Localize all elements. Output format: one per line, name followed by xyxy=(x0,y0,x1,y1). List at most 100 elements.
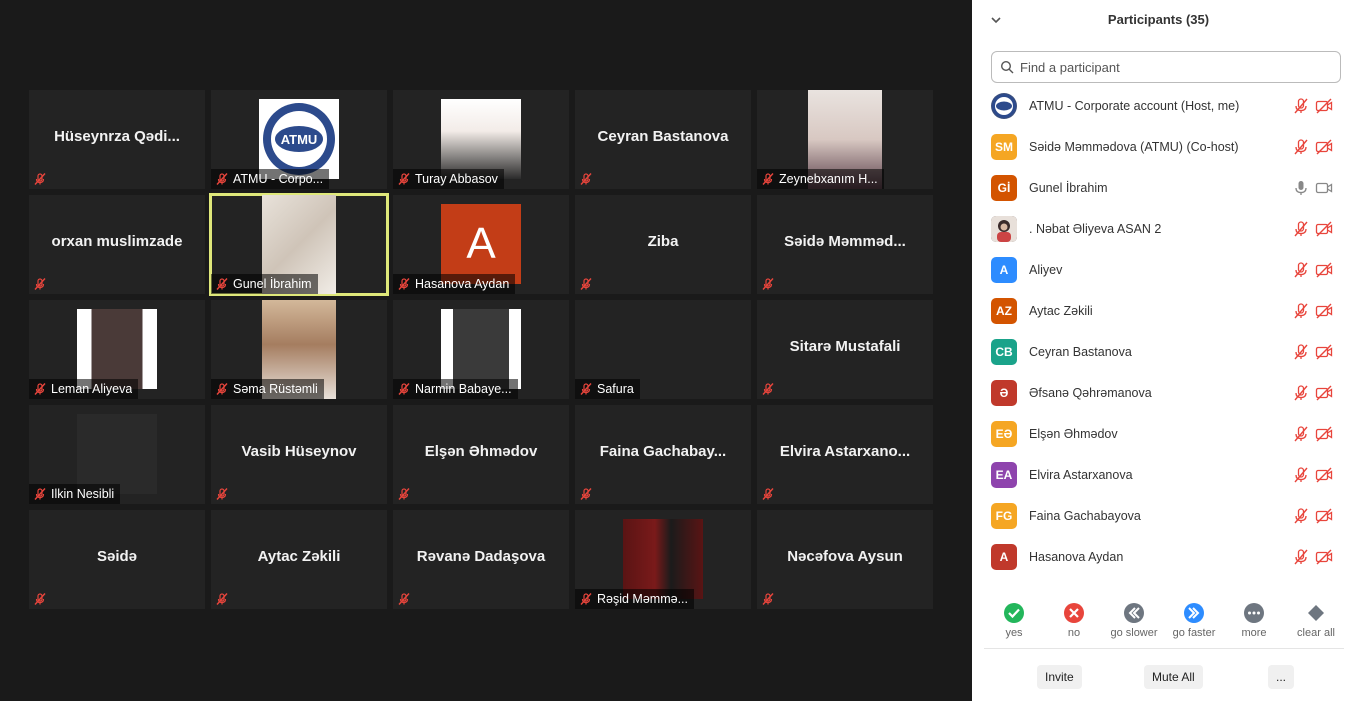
video-tile[interactable]: Rəşid Məmmə... xyxy=(575,510,751,609)
video-tile[interactable]: Turay Abbasov xyxy=(393,90,569,189)
video-tile[interactable]: Safura xyxy=(575,300,751,399)
video-tile[interactable]: Səma Rüstəmli xyxy=(211,300,387,399)
participant-row[interactable]: Ə Əfsanə Qəhrəmanova xyxy=(972,372,1345,413)
video-tile[interactable]: Hüseynrza Qədi... xyxy=(29,90,205,189)
video-tile[interactable]: Səidə Məmməd... xyxy=(757,195,933,294)
mute-all-button[interactable]: Mute All xyxy=(1144,665,1203,689)
camera-off-icon[interactable] xyxy=(1315,97,1333,115)
tile-label xyxy=(575,484,603,504)
participant-row[interactable]: A Hasanova Aydan xyxy=(972,536,1345,577)
video-tile[interactable]: Elvira Astarxano... xyxy=(757,405,933,504)
participant-name: Gunel İbrahim xyxy=(1029,180,1108,195)
video-tile[interactable]: Ziba xyxy=(575,195,751,294)
video-tile[interactable]: Leman Aliyeva xyxy=(29,300,205,399)
camera-off-icon[interactable] xyxy=(1315,466,1333,484)
participant-name: ATMU - Corporate account (Host, me) xyxy=(1029,98,1240,113)
mic-muted-icon[interactable] xyxy=(1292,425,1310,443)
video-tile[interactable]: Səidə xyxy=(29,510,205,609)
participant-row[interactable]: SM Səidə Məmmədova (ATMU) (Co-host) xyxy=(972,126,1345,167)
mic-muted-icon[interactable] xyxy=(1292,548,1310,566)
tile-label xyxy=(757,274,785,294)
video-tile[interactable]: Faina Gachabay... xyxy=(575,405,751,504)
mic-muted-icon[interactable] xyxy=(1292,220,1310,238)
reaction-clear-all[interactable]: clear all xyxy=(1286,603,1345,639)
video-tile[interactable]: Ilkin Nesibli xyxy=(29,405,205,504)
tile-label xyxy=(29,589,57,609)
participant-video xyxy=(77,414,157,494)
video-tile[interactable]: A Hasanova Aydan xyxy=(393,195,569,294)
mic-muted-icon[interactable] xyxy=(1292,97,1310,115)
mic-muted-icon[interactable] xyxy=(1292,384,1310,402)
avatar: FG xyxy=(991,502,1017,529)
participant-row[interactable]: Gİ Gunel İbrahim xyxy=(972,167,1345,208)
camera-off-icon[interactable] xyxy=(1315,302,1333,320)
participant-row[interactable]: ATMU - Corporate account (Host, me) xyxy=(972,85,1345,126)
mic-muted-icon xyxy=(762,278,774,290)
participant-row[interactable]: EA Elvira Astarxanova xyxy=(972,454,1345,495)
avatar: Ə xyxy=(991,379,1017,406)
video-tile[interactable]: Zeynebxanım H... xyxy=(757,90,933,189)
video-tile[interactable]: Gunel İbrahim xyxy=(209,193,389,296)
camera-off-icon[interactable] xyxy=(1315,507,1333,525)
participant-name: . Nəbat Əliyeva ASAN 2 xyxy=(1029,221,1162,236)
atmu-logo xyxy=(992,93,1016,118)
reaction-label: more xyxy=(1241,627,1267,639)
reaction-go-faster[interactable]: go faster xyxy=(1164,603,1224,639)
more-options-button[interactable]: ... xyxy=(1268,665,1295,689)
tile-label: Hasanova Aydan xyxy=(393,274,516,294)
reaction-yes[interactable]: yes xyxy=(984,603,1044,639)
participant-name: orxan muslimzade xyxy=(51,233,183,250)
mic-muted-icon xyxy=(580,383,592,395)
video-tile[interactable]: Sitarə Mustafali xyxy=(757,300,933,399)
camera-off-icon[interactable] xyxy=(1315,261,1333,279)
participant-row[interactable]: EƏ Elşən Əhmədov xyxy=(972,413,1345,454)
participant-row[interactable]: CB Ceyran Bastanova xyxy=(972,331,1345,372)
video-tile[interactable]: Vasib Hüseynov xyxy=(211,405,387,504)
participant-row[interactable]: A Aliyev xyxy=(972,249,1345,290)
reaction-go-slower[interactable]: go slower xyxy=(1104,603,1164,639)
reaction-more[interactable]: more xyxy=(1224,603,1284,639)
camera-icon[interactable] xyxy=(1315,179,1333,197)
camera-off-icon[interactable] xyxy=(1315,384,1333,402)
camera-off-icon[interactable] xyxy=(1315,220,1333,238)
reaction-no[interactable]: no xyxy=(1044,603,1104,639)
video-tile[interactable]: Ceyran Bastanova xyxy=(575,90,751,189)
avatar-initials: EA xyxy=(995,467,1013,482)
search-box[interactable] xyxy=(991,51,1341,83)
camera-off-icon[interactable] xyxy=(1315,548,1333,566)
mic-muted-icon[interactable] xyxy=(1292,466,1310,484)
participant-row[interactable]: FG Faina Gachabayova xyxy=(972,495,1345,536)
tile-label: Zeynebxanım H... xyxy=(757,169,884,189)
video-tile[interactable]: Rəvanə Dadaşova xyxy=(393,510,569,609)
mic-muted-icon[interactable] xyxy=(1292,507,1310,525)
mic-muted-icon[interactable] xyxy=(1292,261,1310,279)
camera-off-icon[interactable] xyxy=(1315,425,1333,443)
mic-muted-icon[interactable] xyxy=(1292,343,1310,361)
participant-video xyxy=(77,309,157,389)
mic-muted-icon[interactable] xyxy=(1292,138,1310,156)
participant-name: Nəcəfova Aysun xyxy=(787,548,903,565)
participant-name: Səidə Məmmədova (ATMU) (Co-host) xyxy=(1029,139,1239,154)
participant-row[interactable]: . Nəbat Əliyeva ASAN 2 xyxy=(972,208,1345,249)
participant-video: A xyxy=(441,204,521,284)
video-tile[interactable]: Elşən Əhmədov xyxy=(393,405,569,504)
video-gallery: Hüseynrza Qədi... ATMU ATMU - Corpo... Tura… xyxy=(0,0,972,701)
mic-muted-icon xyxy=(34,383,46,395)
mic-muted-icon[interactable] xyxy=(1292,302,1310,320)
mic-muted-icon xyxy=(580,278,592,290)
avatar: A xyxy=(991,543,1017,570)
video-tile[interactable]: ATMU ATMU - Corpo... xyxy=(211,90,387,189)
video-tile[interactable]: orxan muslimzade xyxy=(29,195,205,294)
camera-off-icon[interactable] xyxy=(1315,343,1333,361)
video-tile[interactable]: Narmin Babaye... xyxy=(393,300,569,399)
participant-row[interactable]: AZ Aytac Zəkili xyxy=(972,290,1345,331)
search-icon xyxy=(1000,60,1014,74)
mic-icon[interactable] xyxy=(1292,179,1310,197)
search-input[interactable] xyxy=(1020,59,1320,75)
camera-off-icon[interactable] xyxy=(1315,138,1333,156)
participant-name: Aytac Zəkili xyxy=(1029,303,1093,318)
video-tile[interactable]: Nəcəfova Aysun xyxy=(757,510,933,609)
invite-button[interactable]: Invite xyxy=(1037,665,1082,689)
video-tile[interactable]: Aytac Zəkili xyxy=(211,510,387,609)
tile-label-text: Rəşid Məmmə... xyxy=(597,592,688,606)
